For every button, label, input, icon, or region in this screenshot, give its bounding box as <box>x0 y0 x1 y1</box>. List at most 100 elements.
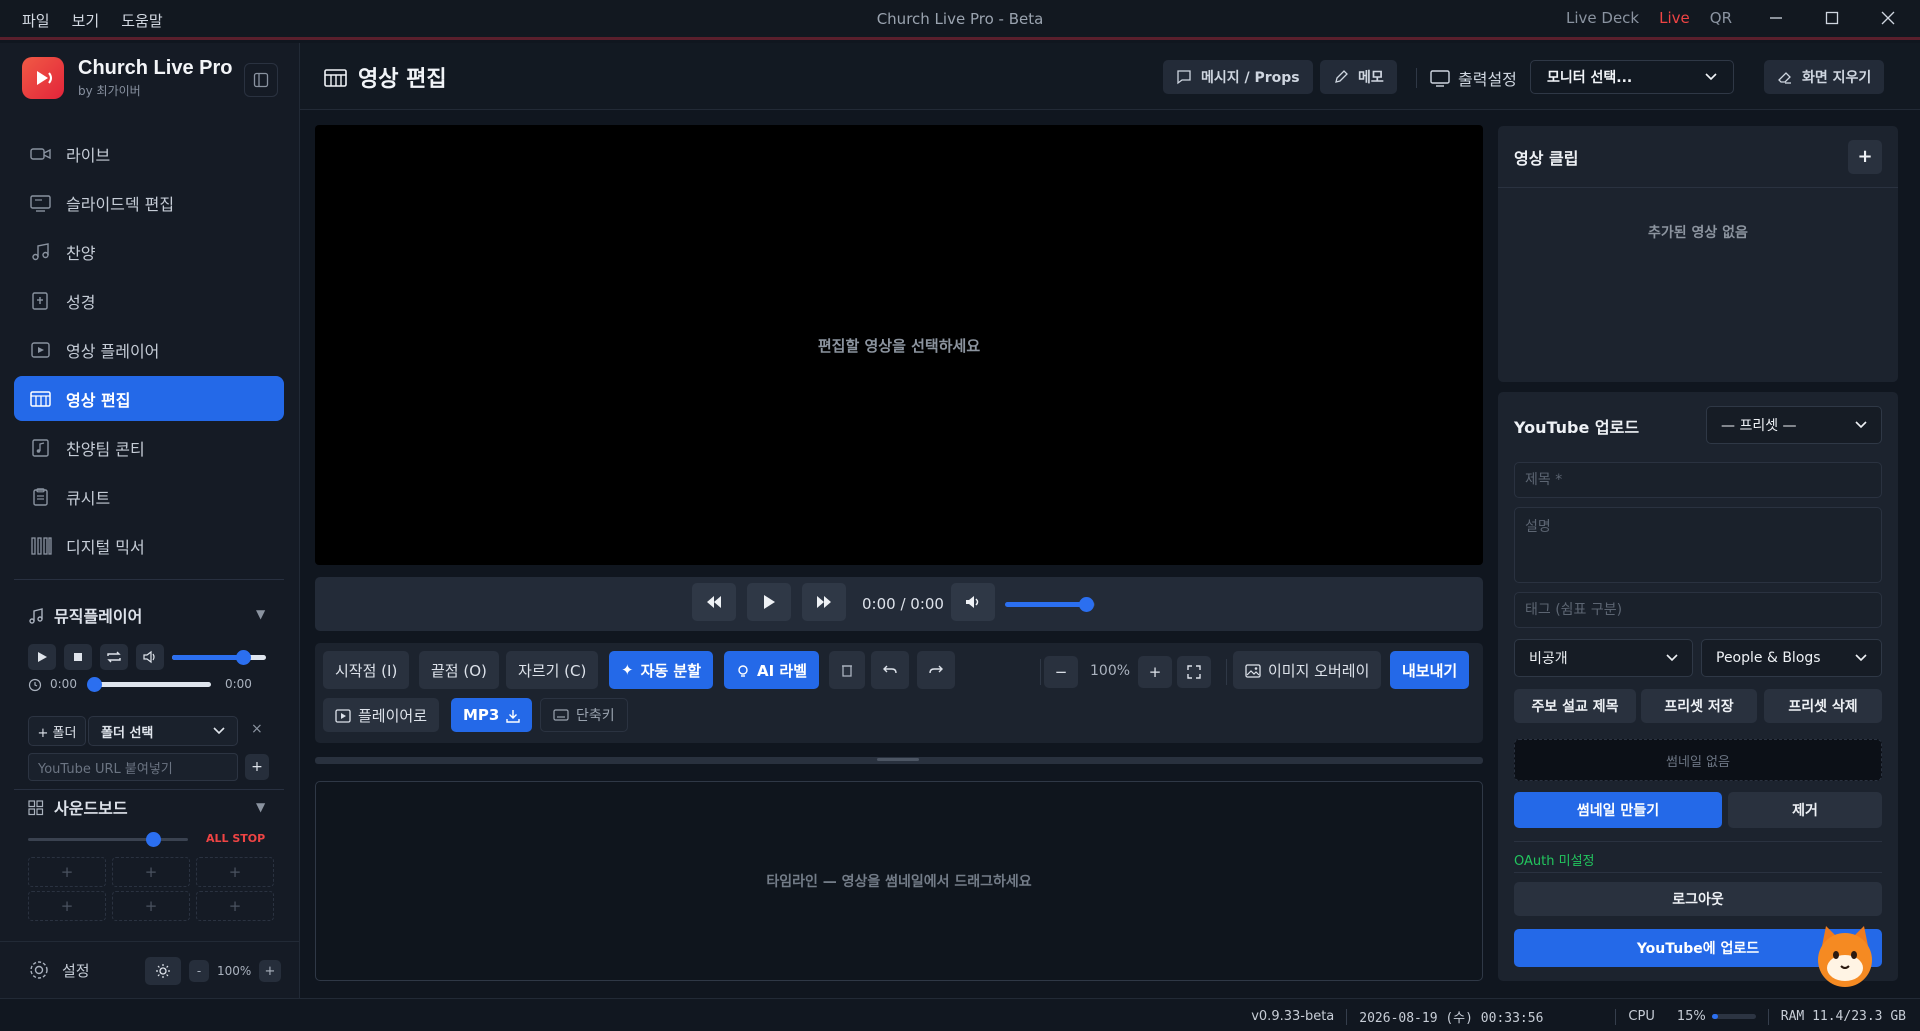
timeline[interactable]: 타임라인 — 영상을 썸네일에서 드래그하세요 <box>315 781 1483 981</box>
monitor-select[interactable]: 모니터 선택... <box>1530 60 1734 94</box>
fast-forward-icon[interactable] <box>802 583 846 621</box>
theme-toggle-icon[interactable] <box>145 957 181 985</box>
cpu-meter <box>1711 1014 1756 1019</box>
music-player-controls <box>28 644 266 670</box>
chevron-down-icon[interactable]: ▼ <box>256 800 265 814</box>
music-player-header[interactable]: 뮤직플레이어 <box>28 603 142 627</box>
fit-icon[interactable] <box>1177 656 1211 688</box>
sidebar-toggle-icon[interactable] <box>244 63 278 97</box>
close-icon[interactable] <box>1876 6 1900 30</box>
privacy-select[interactable]: 비공개 <box>1514 639 1693 677</box>
slider-knob[interactable] <box>1079 597 1094 612</box>
live-deck-link[interactable]: Live Deck <box>1566 9 1639 27</box>
resize-grip[interactable] <box>877 758 919 761</box>
maximize-icon[interactable] <box>1820 6 1844 30</box>
film-edit-icon <box>30 389 52 409</box>
qr-link[interactable]: QR <box>1710 9 1732 27</box>
stop-button[interactable] <box>64 644 92 670</box>
memo-button[interactable]: 메모 <box>1320 60 1397 94</box>
nav-item-worship-conti[interactable]: 찬양팀 콘티 <box>14 425 284 470</box>
redo-icon[interactable] <box>917 651 955 689</box>
minimize-icon[interactable] <box>1764 6 1788 30</box>
ai-label-button[interactable]: AI 라벨 <box>724 651 820 689</box>
export-button[interactable]: 내보내기 <box>1390 651 1470 689</box>
playback-time: 0:00 / 0:00 <box>862 595 944 613</box>
nav-item-cuesheet[interactable]: 큐시트 <box>14 474 284 519</box>
youtube-upload-title: YouTube 업로드 <box>1514 418 1640 437</box>
clear-folder-button[interactable]: × <box>251 721 263 737</box>
video-description-input[interactable]: 설명 <box>1514 507 1882 583</box>
clear-screen-button[interactable]: 화면 지우기 <box>1764 60 1885 94</box>
repeat-button[interactable] <box>100 644 128 670</box>
music-volume-slider[interactable] <box>172 649 266 665</box>
sound-pad[interactable]: + <box>28 891 106 921</box>
logout-button[interactable]: 로그아웃 <box>1514 882 1882 916</box>
chevron-down-icon[interactable]: ▼ <box>256 607 265 621</box>
make-thumbnail-button[interactable]: 썸네일 만들기 <box>1514 792 1722 828</box>
slider-knob[interactable] <box>235 649 251 665</box>
nav-item-video-player[interactable]: 영상 플레이어 <box>14 327 284 372</box>
image-overlay-button[interactable]: 이미지 오버레이 <box>1233 651 1382 689</box>
preset-select[interactable]: — 프리셋 — <box>1706 406 1882 444</box>
output-settings: 출력설정 <box>1430 66 1517 90</box>
video-tags-input[interactable]: 태그 (쉼표 구분) <box>1514 592 1882 628</box>
menu-view[interactable]: 보기 <box>72 10 100 31</box>
play-button[interactable] <box>28 644 56 670</box>
add-url-button[interactable]: + <box>245 754 269 780</box>
undo-icon[interactable] <box>871 651 909 689</box>
volume-icon[interactable] <box>136 644 164 670</box>
youtube-url-input[interactable]: YouTube URL 붙여넣기 <box>28 753 238 781</box>
category-select[interactable]: People & Blogs <box>1701 639 1882 677</box>
save-preset-button[interactable]: 프리셋 저장 <box>1641 689 1757 723</box>
trash-icon[interactable] <box>829 651 865 689</box>
weekly-sermon-title-button[interactable]: 주보 설교 제목 <box>1514 689 1636 723</box>
video-title-input[interactable]: 제목 * <box>1514 462 1882 498</box>
folder-select[interactable]: 폴더 선택 <box>88 716 238 746</box>
zoom-in-button[interactable]: + <box>1138 656 1172 688</box>
mp3-export-button[interactable]: MP3 <box>451 698 533 732</box>
sound-pad[interactable]: + <box>112 891 190 921</box>
cat-mascot-icon[interactable] <box>1812 922 1878 988</box>
remove-thumbnail-button[interactable]: 제거 <box>1728 792 1882 828</box>
volume-icon[interactable] <box>951 583 995 621</box>
add-clip-button[interactable]: + <box>1848 139 1882 174</box>
shortcuts-button[interactable]: 단축키 <box>540 698 628 732</box>
video-preview[interactable]: 편집할 영상을 선택하세요 <box>315 125 1483 565</box>
live-link[interactable]: Live <box>1659 9 1690 27</box>
sparkle-icon: ✦ <box>621 661 634 679</box>
play-icon[interactable] <box>747 583 791 621</box>
soundboard-header[interactable]: 사운드보드 <box>28 795 128 819</box>
zoom-out-button[interactable]: − <box>1044 656 1078 688</box>
settings-link[interactable]: 설정 <box>28 959 90 981</box>
zoom-in-button[interactable]: + <box>259 960 281 982</box>
cut-button[interactable]: 자르기 (C) <box>506 651 599 689</box>
zoom-out-button[interactable]: - <box>189 960 209 982</box>
nav-item-video-edit[interactable]: 영상 편집 <box>14 376 284 421</box>
nav-item-slidedeck[interactable]: 슬라이드덱 편집 <box>14 180 284 225</box>
auto-split-button[interactable]: ✦ 자동 분할 <box>609 651 714 689</box>
soundboard-volume-slider[interactable] <box>28 832 188 847</box>
sound-pad[interactable]: + <box>28 857 106 887</box>
message-props-button[interactable]: 메시지 / Props <box>1163 60 1313 94</box>
video-volume-slider[interactable] <box>1005 597 1095 612</box>
slider-knob[interactable] <box>145 832 161 847</box>
menu-help[interactable]: 도움말 <box>121 10 162 31</box>
music-file-icon <box>30 438 52 458</box>
rewind-icon[interactable] <box>692 583 736 621</box>
nav-item-bible[interactable]: 성경 <box>14 278 284 323</box>
add-folder-button[interactable]: + 폴더 <box>28 716 86 746</box>
all-stop-button[interactable]: ALL STOP <box>206 832 265 845</box>
set-start-button[interactable]: 시작점 (I) <box>323 651 410 689</box>
menu-file[interactable]: 파일 <box>22 10 50 31</box>
music-progress-slider[interactable] <box>86 676 211 692</box>
send-to-player-button[interactable]: 플레이어로 <box>323 698 440 732</box>
nav-item-live[interactable]: 라이브 <box>14 131 284 176</box>
set-end-button[interactable]: 끝점 (O) <box>419 651 499 689</box>
sound-pad[interactable]: + <box>112 857 190 887</box>
slider-knob[interactable] <box>86 676 102 692</box>
nav-item-praise[interactable]: 찬양 <box>14 229 284 274</box>
delete-preset-button[interactable]: 프리셋 삭제 <box>1764 689 1882 723</box>
sound-pad[interactable]: + <box>196 891 274 921</box>
sound-pad[interactable]: + <box>196 857 274 887</box>
nav-item-digital-mixer[interactable]: 디지털 믹서 <box>14 523 284 568</box>
